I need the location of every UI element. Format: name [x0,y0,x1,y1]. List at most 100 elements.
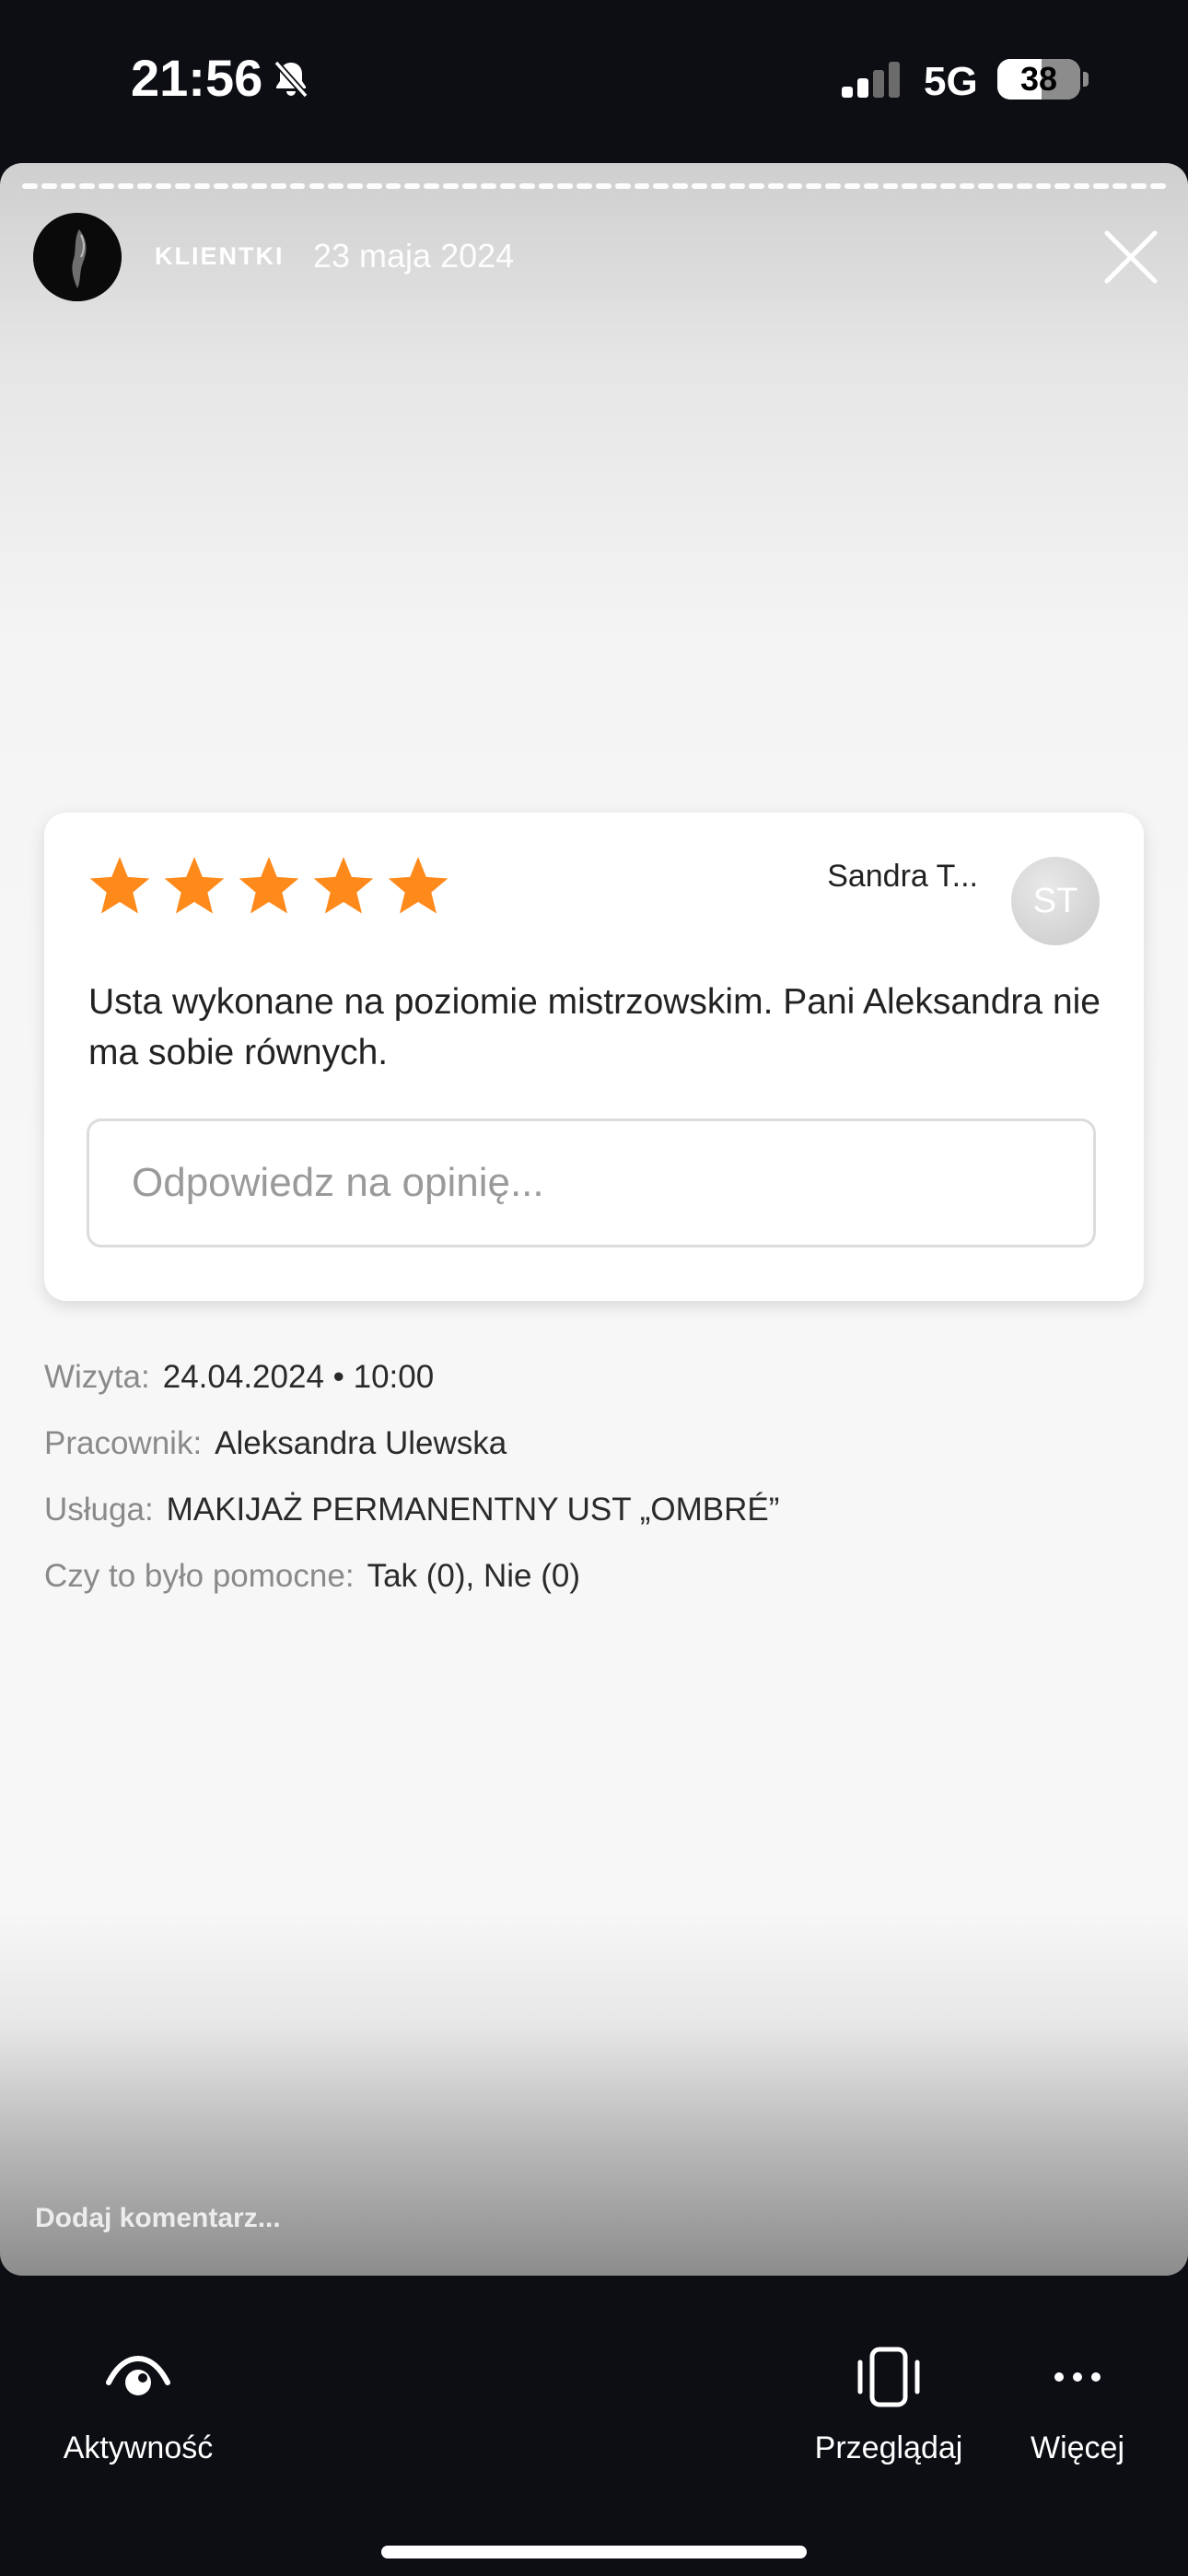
star-icon [388,857,448,914]
battery-nub [1083,72,1089,87]
progress-segment [1131,183,1147,189]
reviewer-initials: ST [1032,882,1078,920]
signal-bar [842,87,853,98]
progress-segment [634,183,650,189]
profile-logo-icon [33,213,122,301]
progress-segment [844,183,860,189]
activity-eye-icon [106,2355,170,2395]
status-bar: 21:56 5G 38 [0,0,1188,161]
star-icon [239,857,299,914]
battery-icon: 38 [997,59,1080,100]
progress-segment [518,183,535,189]
progress-segment [997,183,1013,189]
signal-bar [857,78,868,98]
progress-segment [672,183,688,189]
story-view[interactable]: KLIENTKI 23 maja 2024 Sandra T... ST Ust… [0,163,1188,2276]
progress-segment [117,183,134,189]
account-name[interactable]: KLIENTKI [155,242,285,271]
progress-segment [385,183,402,189]
progress-segment [1112,183,1128,189]
progress-segment [729,183,746,189]
progress-segment [289,183,306,189]
signal-bar [873,70,884,98]
close-icon[interactable] [1101,228,1160,287]
browse-phone-icon [857,2347,920,2407]
comment-input[interactable] [33,2190,589,2247]
star-icon [89,857,150,914]
home-indicator[interactable] [381,2546,807,2558]
progress-segment [309,183,325,189]
progress-segment [978,183,995,189]
activity-label: Aktywność [63,2430,214,2465]
bottom-bar: Aktywność Przeglądaj Więcej [0,2276,1188,2576]
signal-bar [889,62,900,98]
network-type: 5G [924,59,978,104]
progress-segment [825,183,841,189]
review-text: Usta wykonane na poziomie mistrzowskim. … [88,982,1101,1072]
progress-segment [921,183,937,189]
progress-segment [596,183,611,189]
progress-segment [481,183,497,189]
star-icon [164,857,225,914]
reply-input[interactable] [87,1118,1096,1247]
more-button[interactable]: Więcej [1013,2340,1142,2466]
helpful-value[interactable]: Tak (0), Nie (0) [367,1558,580,1594]
browse-button[interactable]: Przeglądaj [801,2340,976,2466]
activity-button[interactable]: Aktywność [46,2340,230,2466]
visit-value: 24.04.2024 • 10:00 [162,1359,435,1395]
progress-segment [653,183,670,189]
browse-label: Przeglądaj [814,2430,963,2465]
visit-label: Wizyta: [44,1359,150,1395]
progress-segment [500,183,516,189]
progress-segment [79,183,96,189]
story-date: 23 maja 2024 [313,237,515,275]
service-value: MAKIJAŻ PERMANENTNY UST „OMBRÉ” [166,1492,780,1528]
progress-segment [347,183,363,189]
progress-segment [175,183,191,189]
progress-segment [767,183,784,189]
battery-percentage: 38 [1019,60,1058,98]
visit-row: Wizyta: 24.04.2024 • 10:00 [44,1344,779,1411]
helpful-label: Czy to było pomocne: [44,1558,355,1594]
progress-segment [442,183,459,189]
progress-segment [270,183,286,189]
progress-segment [404,183,421,189]
progress-segment [939,183,956,189]
progress-segment [538,183,554,189]
progress-segment [193,183,210,189]
progress-segment [882,183,899,189]
progress-segment [156,183,172,189]
employee-value: Aleksandra Ulewska [215,1425,507,1461]
progress-segment [557,183,574,189]
progress-segment [863,183,879,189]
progress-segment [41,183,57,189]
bell-slash-icon [274,60,309,99]
review-card: Sandra T... ST Usta wykonane na poziomie… [44,813,1144,1301]
progress-segment [1092,183,1109,189]
reviewer-name: Sandra T... [827,859,978,894]
service-label: Usługa: [44,1492,154,1528]
status-time: 21:56 [131,49,263,107]
progress-segment [424,183,439,189]
helpful-row: Czy to było pomocne: Tak (0), Nie (0) [44,1543,779,1610]
progress-segment [461,183,478,189]
profile-avatar[interactable] [33,213,122,301]
progress-segment [99,183,114,189]
progress-segment [232,183,249,189]
progress-segment [806,183,822,189]
progress-segment [710,183,727,189]
signal-icon [842,62,900,98]
progress-segment [328,183,344,189]
employee-label: Pracownik: [44,1425,203,1461]
rating-stars [89,857,448,914]
progress-segment [251,183,267,189]
more-label: Więcej [1030,2430,1125,2465]
progress-segment [213,183,229,189]
story-progress-bar [22,183,1166,189]
progress-segment [691,183,707,189]
progress-segment [22,183,38,189]
progress-segment [1150,183,1166,189]
progress-segment [749,183,764,189]
progress-segment [1054,183,1071,189]
progress-segment [1074,183,1089,189]
